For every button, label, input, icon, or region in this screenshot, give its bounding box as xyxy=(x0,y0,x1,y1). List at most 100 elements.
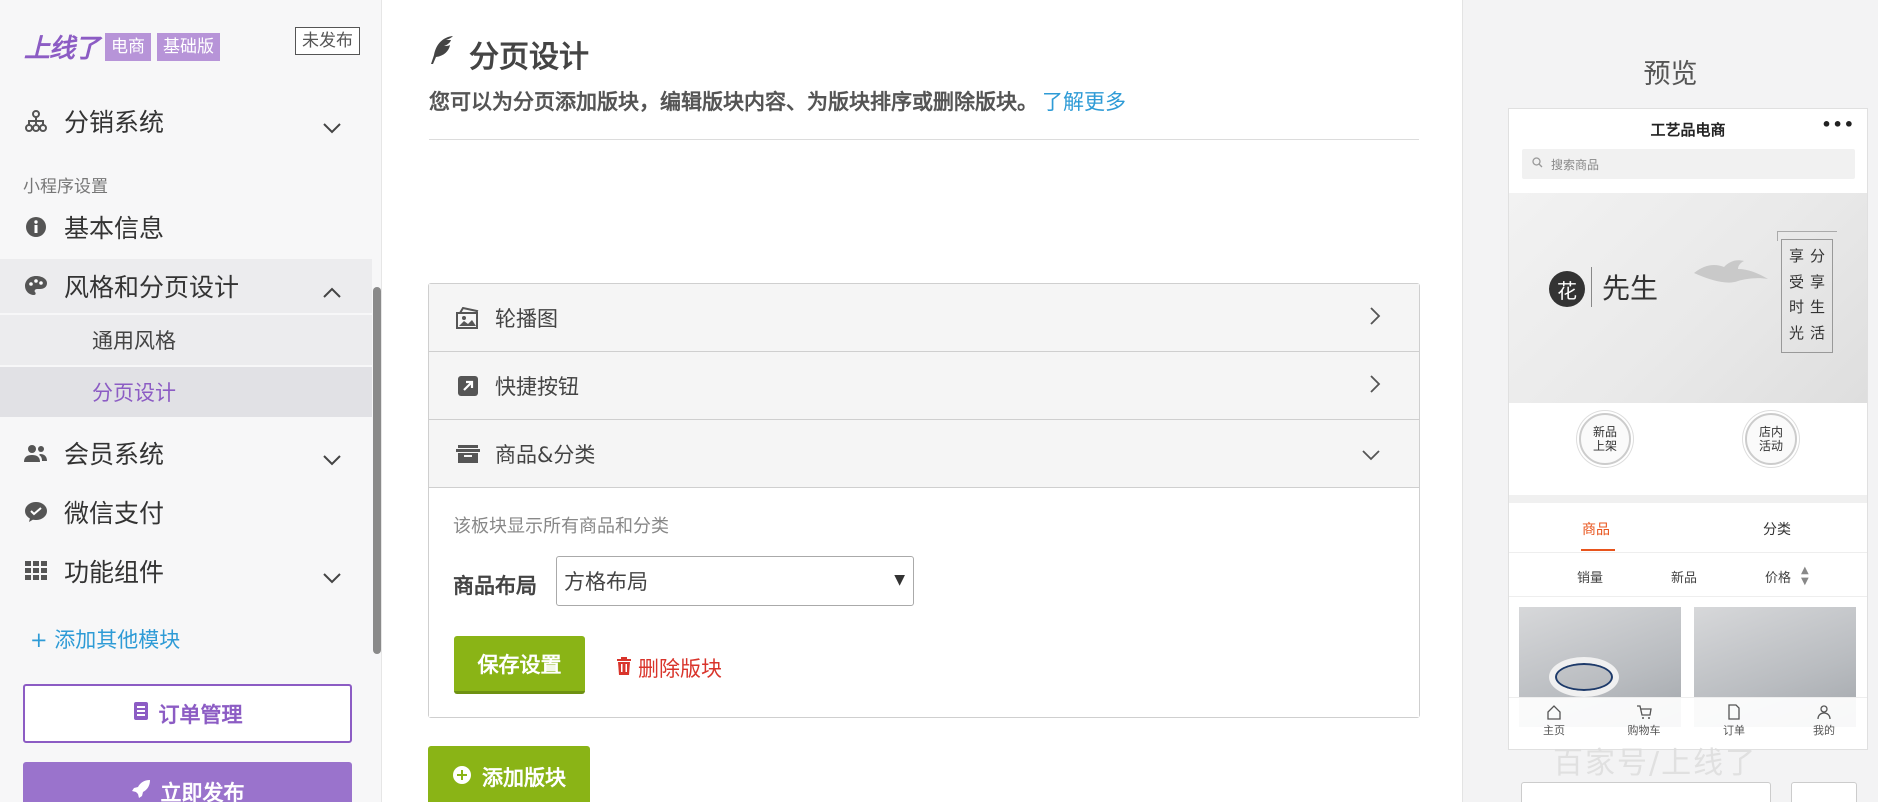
sidebar-item-style-design[interactable]: 风格和分页设计 xyxy=(0,259,372,313)
sidebar-item-label: 风格和分页设计 xyxy=(64,273,240,302)
tabbar-home: 主页 xyxy=(1524,704,1584,738)
banner-flower-seal: 花 xyxy=(1549,271,1585,307)
poem-char: 享 xyxy=(1809,272,1825,291)
block-settings-panel: 该板块显示所有商品和分类 商品布局 方格布局 ▼ 保存设置 删除版块 xyxy=(429,488,1419,717)
layout-label: 商品布局 xyxy=(453,574,537,598)
poem-char: 生 xyxy=(1809,298,1825,316)
block-label: 商品&分类 xyxy=(495,442,596,467)
tabbar-profile: 我的 xyxy=(1794,704,1854,738)
palette-icon xyxy=(24,274,48,298)
orders-button-label: 订单管理 xyxy=(158,702,243,727)
preview-extra-button[interactable] xyxy=(1791,782,1857,802)
chevron-down-icon xyxy=(322,561,342,590)
chevron-up-icon xyxy=(322,276,342,305)
phone-gap xyxy=(1509,495,1867,503)
tabbar-label: 购物车 xyxy=(1627,724,1661,737)
tabbar-label: 主页 xyxy=(1543,724,1565,737)
block-list: 轮播图 快捷按钮 商品&分类 该板块显示所有商品和分类 商品布局 方格布局 ▼ … xyxy=(428,283,1420,718)
block-products-categories[interactable]: 商品&分类 xyxy=(429,420,1419,488)
sitemap-icon xyxy=(24,109,48,133)
phone-sort-bar: 销量 新品 价格 ▲ ▼ xyxy=(1509,553,1867,597)
block-carousel[interactable]: 轮播图 xyxy=(429,284,1419,352)
banner-poem: 享 分 受 享 时 生 光 活 xyxy=(1781,239,1833,353)
watermark: 百家号/上线了 xyxy=(1553,746,1758,781)
orders-button[interactable]: 订单管理 xyxy=(23,684,352,743)
document-icon xyxy=(133,701,149,726)
poem-char: 享 xyxy=(1788,247,1804,265)
sidebar-subitem-label: 分页设计 xyxy=(92,381,176,405)
image-icon xyxy=(455,306,481,329)
phone-search-bar: 搜索商品 xyxy=(1522,149,1855,179)
phone-header: 工艺品电商 ••• 搜索商品 xyxy=(1509,109,1867,193)
sidebar-item-label: 微信支付 xyxy=(64,499,165,528)
sidebar-item-label: 功能组件 xyxy=(64,558,165,587)
phone-tab-categories: 分类 xyxy=(1763,522,1791,538)
sidebar-subitem-label: 通用风格 xyxy=(92,329,176,353)
preview-title: 预览 xyxy=(1643,59,1698,90)
tabbar-orders: 订单 xyxy=(1704,704,1764,738)
phone-tabs: 商品 分类 xyxy=(1509,503,1867,553)
sidebar-subitem-general-style[interactable]: 通用风格 xyxy=(0,315,372,365)
divider xyxy=(429,139,1419,140)
ring-image xyxy=(1549,657,1619,697)
poem-char: 活 xyxy=(1809,323,1825,342)
chevron-right-icon xyxy=(1369,374,1381,399)
section-label-miniprogram: 小程序设置 xyxy=(23,177,108,197)
banner-brand-text: 先生 xyxy=(1591,267,1658,307)
sidebar-scrollbar[interactable] xyxy=(373,287,381,654)
add-module-link[interactable]: + 添加其他模块 xyxy=(30,624,180,654)
publish-button[interactable]: 立即发布 xyxy=(23,762,352,802)
subtitle-text: 您可以为分页添加版块，编辑版块内容、为版块排序或删除版块。 xyxy=(429,90,1038,114)
chevron-down-icon xyxy=(322,443,342,472)
banner-image: 花 先生 享 分 受 享 时 生 光 活 xyxy=(1509,193,1867,403)
add-block-button[interactable]: 添加版块 xyxy=(428,746,590,802)
add-block-label: 添加版块 xyxy=(482,766,566,790)
delete-block-button[interactable]: 删除版块 xyxy=(616,653,722,683)
quick-buttons-row: 新品 上架 店内 活动 xyxy=(1509,403,1867,495)
plus-circle-icon xyxy=(452,765,472,790)
delete-button-label: 删除版块 xyxy=(638,657,722,681)
sidebar-item-wechat-pay[interactable]: 微信支付 xyxy=(0,485,372,539)
poem-char: 受 xyxy=(1788,272,1804,291)
poem-char: 时 xyxy=(1788,298,1804,316)
save-settings-button[interactable]: 保存设置 xyxy=(454,636,585,694)
sidebar: 上线了 电商 基础版 未发布 分销系统 小程序设置 基本信息 风格和分页设计 通… xyxy=(0,0,382,802)
phone-preview[interactable]: 工艺品电商 ••• 搜索商品 花 先生 享 分 受 享 时 生 光 活 新品 上… xyxy=(1508,108,1868,750)
brand-tag-plan: 基础版 xyxy=(157,32,221,61)
sidebar-item-label: 基本信息 xyxy=(64,214,165,243)
external-link-icon xyxy=(455,375,481,397)
sidebar-subitem-page-design[interactable]: 分页设计 xyxy=(0,367,372,417)
user-icon xyxy=(1817,705,1831,720)
chevron-right-icon xyxy=(1369,306,1381,331)
sidebar-item-label: 会员系统 xyxy=(64,440,165,469)
users-icon xyxy=(24,441,48,465)
chevron-down-icon xyxy=(1361,442,1381,466)
file-icon xyxy=(1728,704,1740,720)
learn-more-link[interactable]: 了解更多 xyxy=(1042,90,1126,114)
layout-select[interactable]: 方格布局 ▼ xyxy=(556,556,914,606)
main-content: 分页设计 您可以为分页添加版块，编辑版块内容、为版块排序或删除版块。 了解更多 轮… xyxy=(382,0,1462,802)
block-quick-buttons[interactable]: 快捷按钮 xyxy=(429,352,1419,420)
sidebar-item-distribution[interactable]: 分销系统 xyxy=(0,94,372,148)
sidebar-item-member-system[interactable]: 会员系统 xyxy=(0,426,372,480)
brand[interactable]: 上线了 电商 基础版 xyxy=(24,28,221,65)
trash-icon xyxy=(616,656,632,680)
poem-char: 光 xyxy=(1788,323,1804,342)
phone-tab-products: 商品 xyxy=(1582,522,1610,538)
grid-icon xyxy=(24,559,48,583)
poem-char: 分 xyxy=(1809,247,1825,265)
tabbar-label: 我的 xyxy=(1813,724,1835,737)
sidebar-item-components[interactable]: 功能组件 xyxy=(0,544,372,598)
status-badge: 未发布 xyxy=(295,27,360,55)
preview-mode-button[interactable] xyxy=(1521,782,1771,802)
page-title: 分页设计 xyxy=(429,32,589,76)
info-icon xyxy=(24,215,48,239)
archive-icon xyxy=(455,444,481,464)
home-icon xyxy=(1547,705,1561,720)
preview-panel: 预览 工艺品电商 ••• 搜索商品 花 先生 享 分 受 享 时 生 光 活 新… xyxy=(1462,0,1878,802)
sort-sales: 销量 xyxy=(1577,571,1604,586)
sidebar-item-basic-info[interactable]: 基本信息 xyxy=(0,200,372,254)
search-placeholder: 搜索商品 xyxy=(1551,157,1600,172)
tabbar-cart: 购物车 xyxy=(1614,704,1674,738)
active-tab-indicator xyxy=(1581,549,1615,551)
